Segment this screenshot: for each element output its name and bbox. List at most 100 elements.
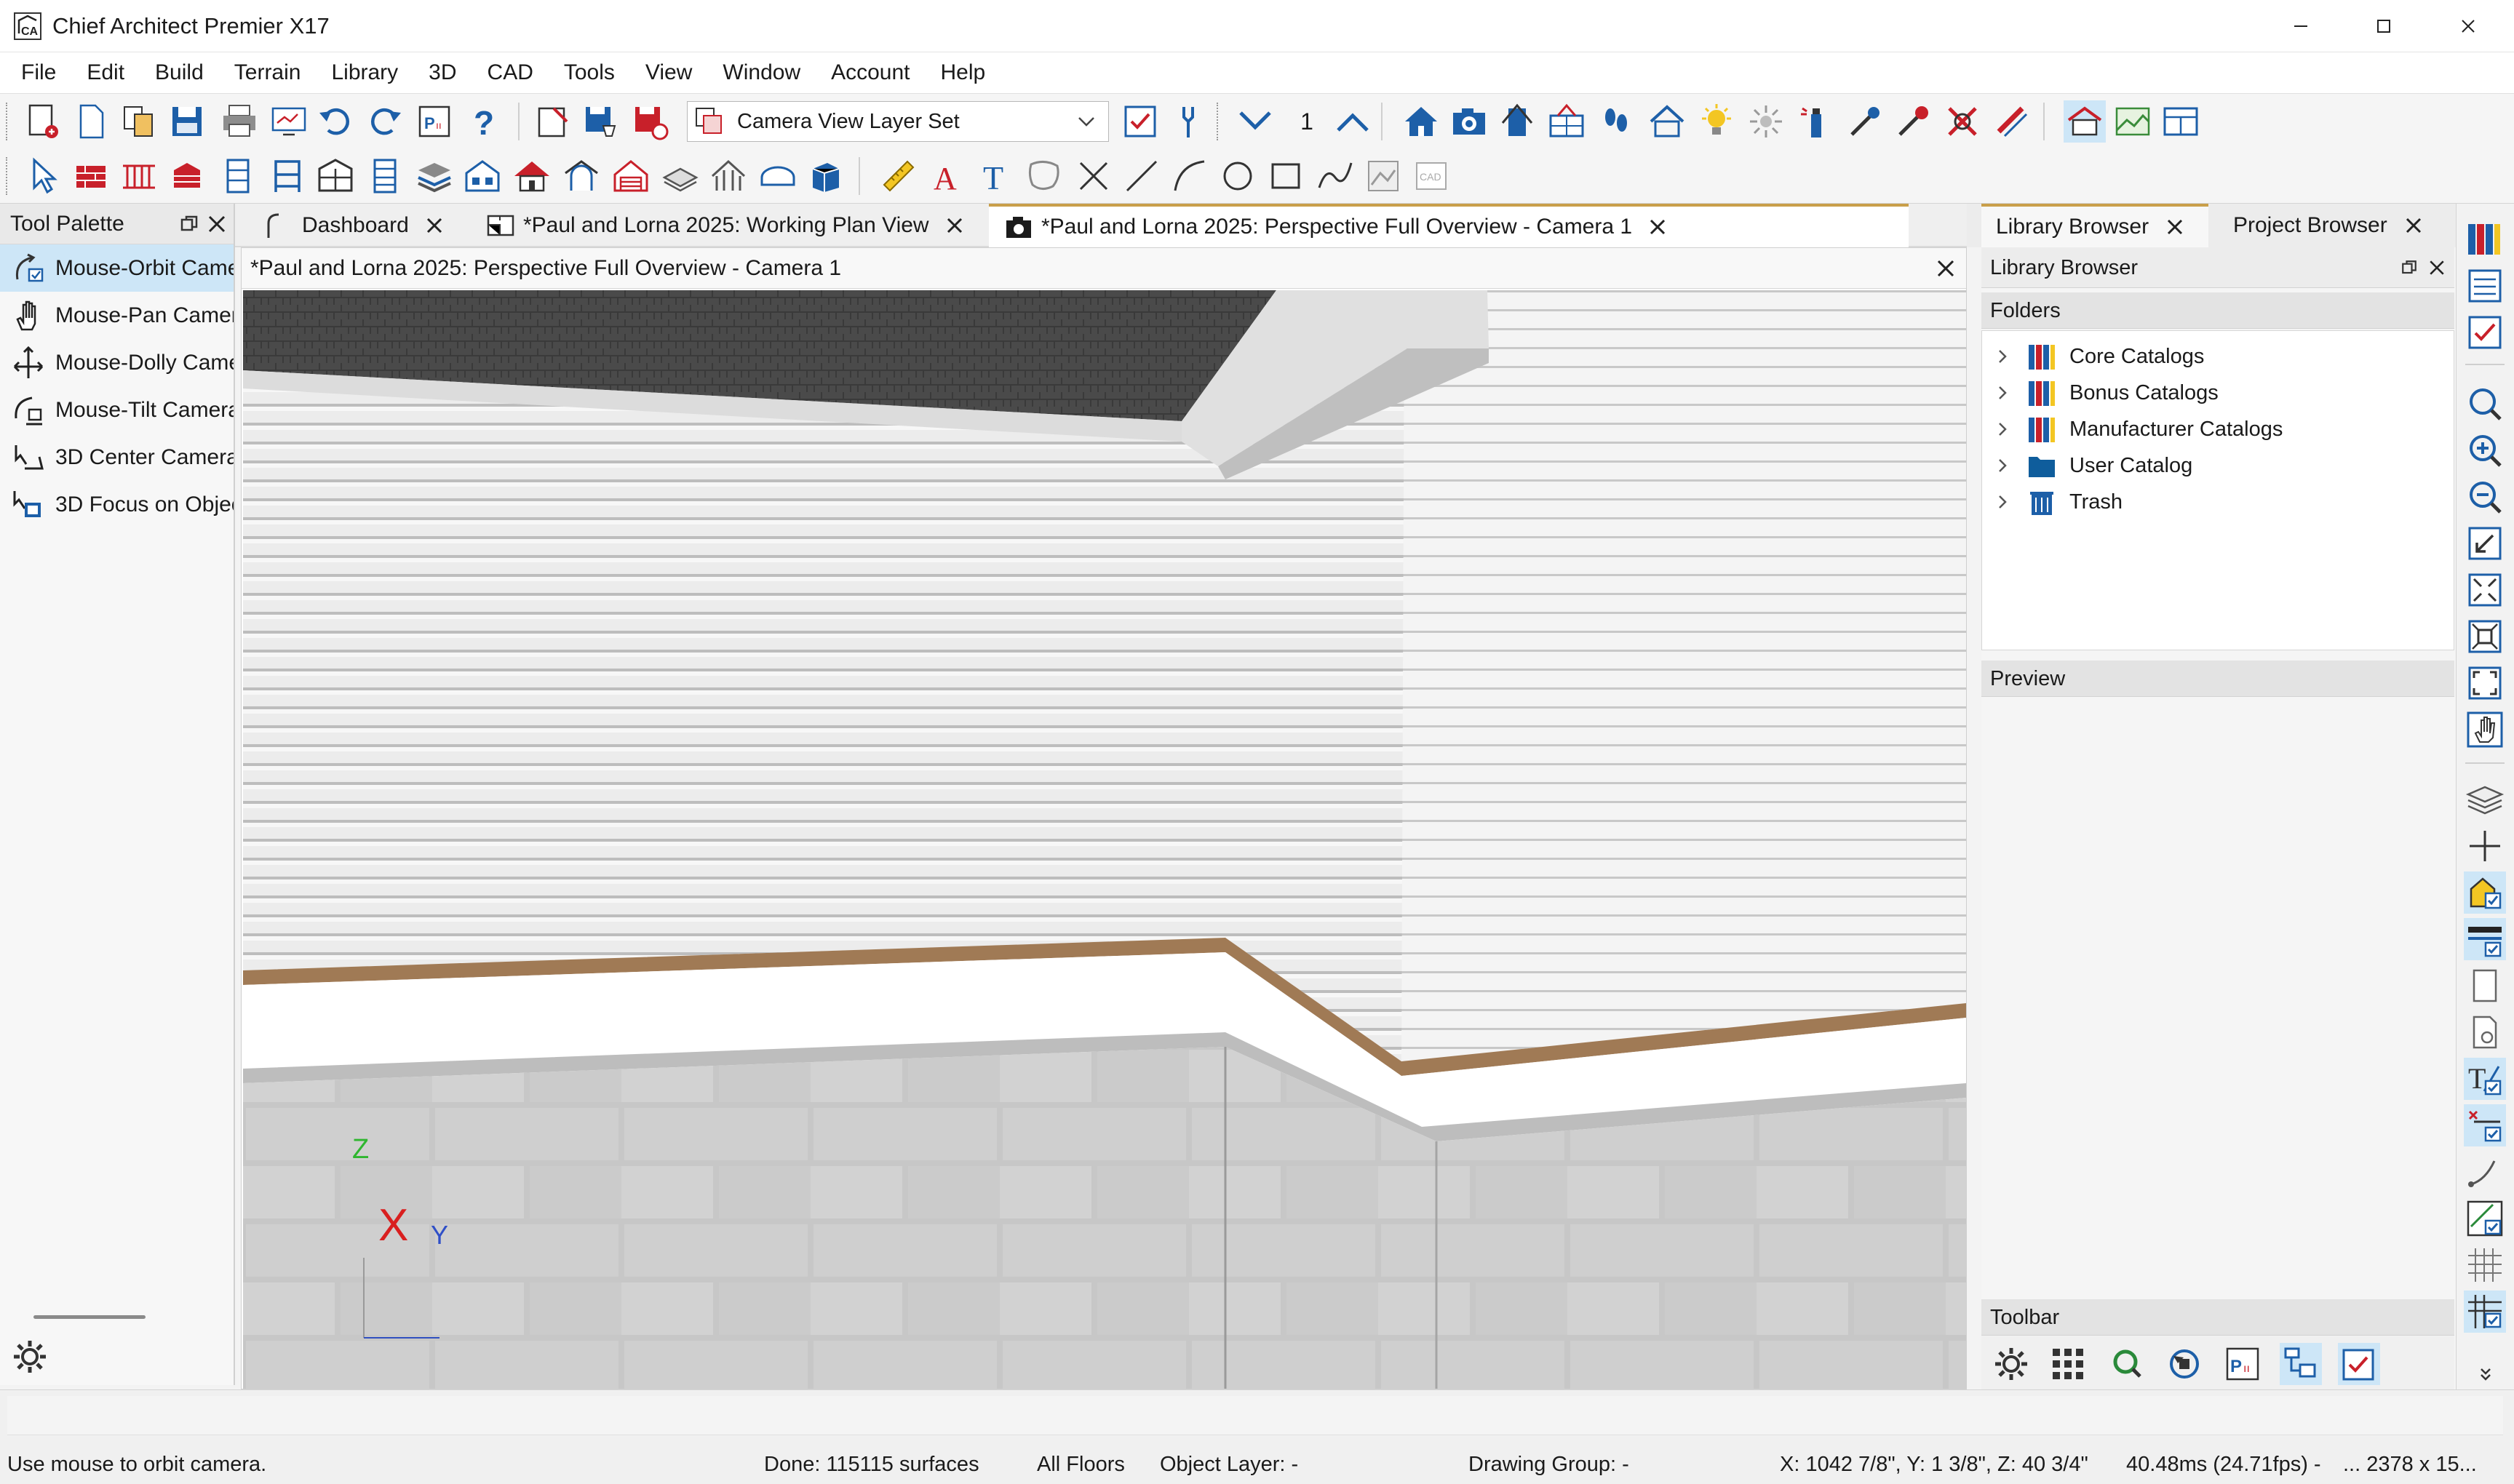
dormer-button[interactable] — [560, 155, 602, 197]
menu-edit[interactable]: Edit — [71, 52, 140, 93]
chevron-right-icon[interactable] — [1992, 346, 2013, 367]
menu-file[interactable]: File — [6, 52, 71, 93]
close-icon[interactable] — [205, 212, 228, 236]
folder-trash[interactable]: Trash — [1982, 484, 2448, 520]
3d-view-window[interactable]: *Paul and Lorna 2025: Perspective Full O… — [241, 247, 1967, 1389]
restore-panel-icon[interactable] — [178, 212, 201, 236]
close-icon[interactable] — [2427, 258, 2447, 278]
angle-snap-icon[interactable] — [2464, 1151, 2506, 1193]
menu-account[interactable]: Account — [816, 52, 925, 93]
walkthrough-button[interactable] — [1595, 100, 1637, 143]
new-plan-button[interactable] — [22, 100, 64, 143]
grid-snap-check-icon[interactable] — [2464, 1290, 2506, 1333]
railing-button[interactable] — [118, 155, 160, 197]
cad-block-button[interactable]: CAD — [1410, 155, 1452, 197]
menu-help[interactable]: Help — [926, 52, 1001, 93]
library-tree-view-icon[interactable] — [2280, 1343, 2322, 1385]
fill-window-all-icon[interactable] — [2464, 662, 2506, 704]
arc-button[interactable] — [1169, 155, 1211, 197]
menu-cad[interactable]: CAD — [472, 52, 549, 93]
shapes-button[interactable] — [757, 155, 799, 197]
grid-view-icon[interactable] — [2047, 1343, 2089, 1385]
select-objects-check-icon[interactable] — [2338, 1343, 2380, 1385]
layers-icon[interactable] — [2464, 778, 2506, 821]
select-objects-button[interactable] — [22, 155, 64, 197]
double-chevron-down-icon[interactable] — [2475, 1365, 2496, 1385]
gear-icon[interactable] — [1990, 1343, 2032, 1385]
framing-button[interactable] — [707, 155, 749, 197]
menu-library[interactable]: Library — [316, 52, 413, 93]
toolbar-grip[interactable] — [6, 157, 10, 195]
save-as-button[interactable] — [629, 100, 671, 143]
callout-button[interactable] — [1023, 155, 1065, 197]
terrain-view-button[interactable] — [2112, 100, 2154, 143]
picture-button[interactable] — [1362, 155, 1404, 197]
down-one-floor-button[interactable] — [1234, 100, 1276, 143]
folder-core-catalogs[interactable]: Core Catalogs — [1982, 338, 2448, 375]
undo-zoom-icon[interactable] — [2464, 522, 2506, 565]
fill-window-building-icon[interactable] — [2464, 615, 2506, 658]
close-window-button[interactable] — [2432, 6, 2505, 47]
terrain-button[interactable] — [659, 155, 701, 197]
line-button[interactable] — [1121, 155, 1163, 197]
menu-window[interactable]: Window — [707, 52, 816, 93]
redo-button[interactable] — [364, 100, 406, 143]
minimize-button[interactable] — [2264, 6, 2337, 47]
close-tab-icon[interactable] — [2403, 215, 2424, 236]
garage-button[interactable] — [610, 155, 652, 197]
close-icon[interactable] — [1934, 257, 1957, 280]
sun-angle-button[interactable] — [1745, 100, 1787, 143]
close-tab-icon[interactable] — [423, 215, 445, 236]
cabinets-button[interactable] — [217, 155, 259, 197]
zoom-icon[interactable] — [2464, 383, 2506, 425]
material-eyedropper-button[interactable] — [1892, 100, 1934, 143]
fence-button[interactable] — [166, 155, 208, 197]
search-library-icon[interactable] — [2105, 1343, 2147, 1385]
project-browser-icon[interactable] — [2464, 265, 2506, 307]
layout-view-button[interactable] — [2160, 100, 2202, 143]
send-to-layout-button[interactable] — [268, 100, 310, 143]
grid-snap-icon[interactable] — [2464, 1244, 2506, 1286]
new-layout-button[interactable] — [70, 100, 112, 143]
wall-display-icon[interactable] — [2464, 918, 2506, 960]
roof-view-button[interactable] — [2064, 100, 2106, 143]
checklist-icon[interactable] — [2464, 311, 2506, 354]
folder-bonus-catalogs[interactable]: Bonus Catalogs — [1982, 375, 2448, 411]
delete-surfaces-button[interactable] — [1941, 100, 1984, 143]
box-button[interactable] — [1265, 155, 1307, 197]
preferences-icon[interactable]: Pıı — [2221, 1343, 2264, 1385]
3d-render-canvas[interactable]: Z X Y — [243, 290, 1966, 1389]
stairs-button[interactable] — [364, 155, 406, 197]
dollhouse-view-button[interactable] — [1646, 100, 1688, 143]
3d-box-button[interactable] — [805, 155, 847, 197]
orbit-camera-toolbar-button[interactable] — [1496, 100, 1538, 143]
zoom-in-icon[interactable] — [2464, 429, 2506, 471]
folder-manufacturer-catalogs[interactable]: Manufacturer Catalogs — [1982, 411, 2448, 447]
folder-user-catalog[interactable]: User Catalog — [1982, 447, 2448, 484]
close-tab-icon[interactable] — [2165, 217, 2185, 237]
chevron-right-icon[interactable] — [1992, 419, 2013, 439]
windows-button[interactable] — [314, 155, 357, 197]
close-tab-icon[interactable] — [944, 215, 966, 236]
layer-set-dropdown[interactable]: Camera View Layer Set — [687, 101, 1109, 142]
tool-mouse-tilt-camera[interactable]: Mouse-Tilt Camera — [0, 386, 234, 434]
floor-plan-camera-button[interactable] — [1546, 100, 1588, 143]
tab-perspective-full-overview[interactable]: *Paul and Lorna 2025: Perspective Full O… — [989, 204, 1909, 247]
chevron-right-icon[interactable] — [1992, 383, 2013, 403]
preferences-button[interactable]: Pıı — [413, 100, 456, 143]
tools-wrench-button[interactable] — [1167, 100, 1209, 143]
page-icon[interactable] — [2464, 965, 2506, 1007]
edit-object-button[interactable] — [531, 100, 573, 143]
save-view-button[interactable] — [579, 100, 621, 143]
menu-tools[interactable]: Tools — [549, 52, 630, 93]
open-button[interactable] — [118, 100, 160, 143]
text-style-button[interactable]: A — [927, 155, 969, 197]
tab-project-browser[interactable]: Project Browser — [2219, 204, 2451, 247]
eyedropper-button[interactable] — [1844, 100, 1886, 143]
chevron-right-icon[interactable] — [1992, 455, 2013, 476]
pan-window-icon[interactable] — [2464, 709, 2506, 751]
toolbar-grip[interactable] — [6, 103, 10, 140]
room-button[interactable] — [461, 155, 504, 197]
lights-button[interactable] — [1695, 100, 1738, 143]
spline-button[interactable] — [1314, 155, 1356, 197]
